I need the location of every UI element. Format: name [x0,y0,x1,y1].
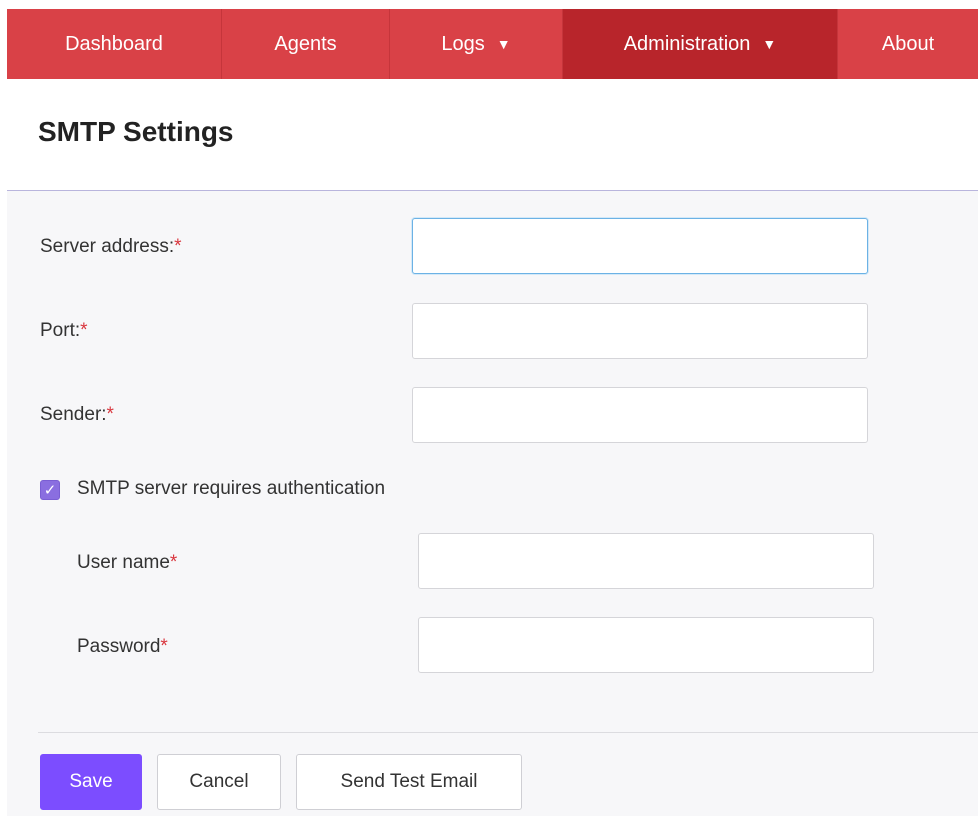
required-marker: * [80,320,88,341]
nav-item-label: Logs [441,32,485,55]
top-nav-bar: Dashboard Agents Logs ▼ Administration ▼… [7,9,978,79]
sender-label: Sender:* [40,404,114,425]
check-icon: ✓ [43,482,57,499]
password-label: Password* [77,636,168,657]
server-address-input[interactable] [412,218,868,274]
nav-item-agents[interactable]: Agents [222,9,390,79]
user-name-label: User name* [77,552,178,573]
caret-down-icon: ▼ [496,36,511,52]
required-marker: * [106,404,114,425]
cancel-button[interactable]: Cancel [157,754,281,810]
nav-item-label: Dashboard [65,32,163,55]
save-button[interactable]: Save [40,754,142,810]
required-marker: * [160,636,168,657]
actions-divider [38,732,978,733]
nav-item-label: Administration [623,32,751,55]
nav-item-label: About [881,32,935,55]
nav-item-administration[interactable]: Administration ▼ [563,9,838,79]
password-input[interactable] [418,617,874,673]
nav-item-label: Agents [274,32,337,55]
nav-item-logs[interactable]: Logs ▼ [390,9,563,79]
server-address-label: Server address:* [40,236,182,257]
port-input[interactable] [412,303,868,359]
sender-input[interactable] [412,387,868,443]
required-marker: * [174,236,182,257]
user-name-input[interactable] [418,533,874,589]
auth-required-checkbox[interactable]: ✓ [40,480,60,500]
nav-item-about[interactable]: About [838,9,978,79]
settings-form-panel [7,190,978,816]
auth-required-label[interactable]: SMTP server requires authentication [77,478,385,500]
send-test-email-button[interactable]: Send Test Email [296,754,522,810]
nav-item-dashboard[interactable]: Dashboard [7,9,222,79]
caret-down-icon: ▼ [762,36,777,52]
required-marker: * [169,552,178,573]
port-label: Port:* [40,320,88,341]
page-title: SMTP Settings [38,116,234,147]
